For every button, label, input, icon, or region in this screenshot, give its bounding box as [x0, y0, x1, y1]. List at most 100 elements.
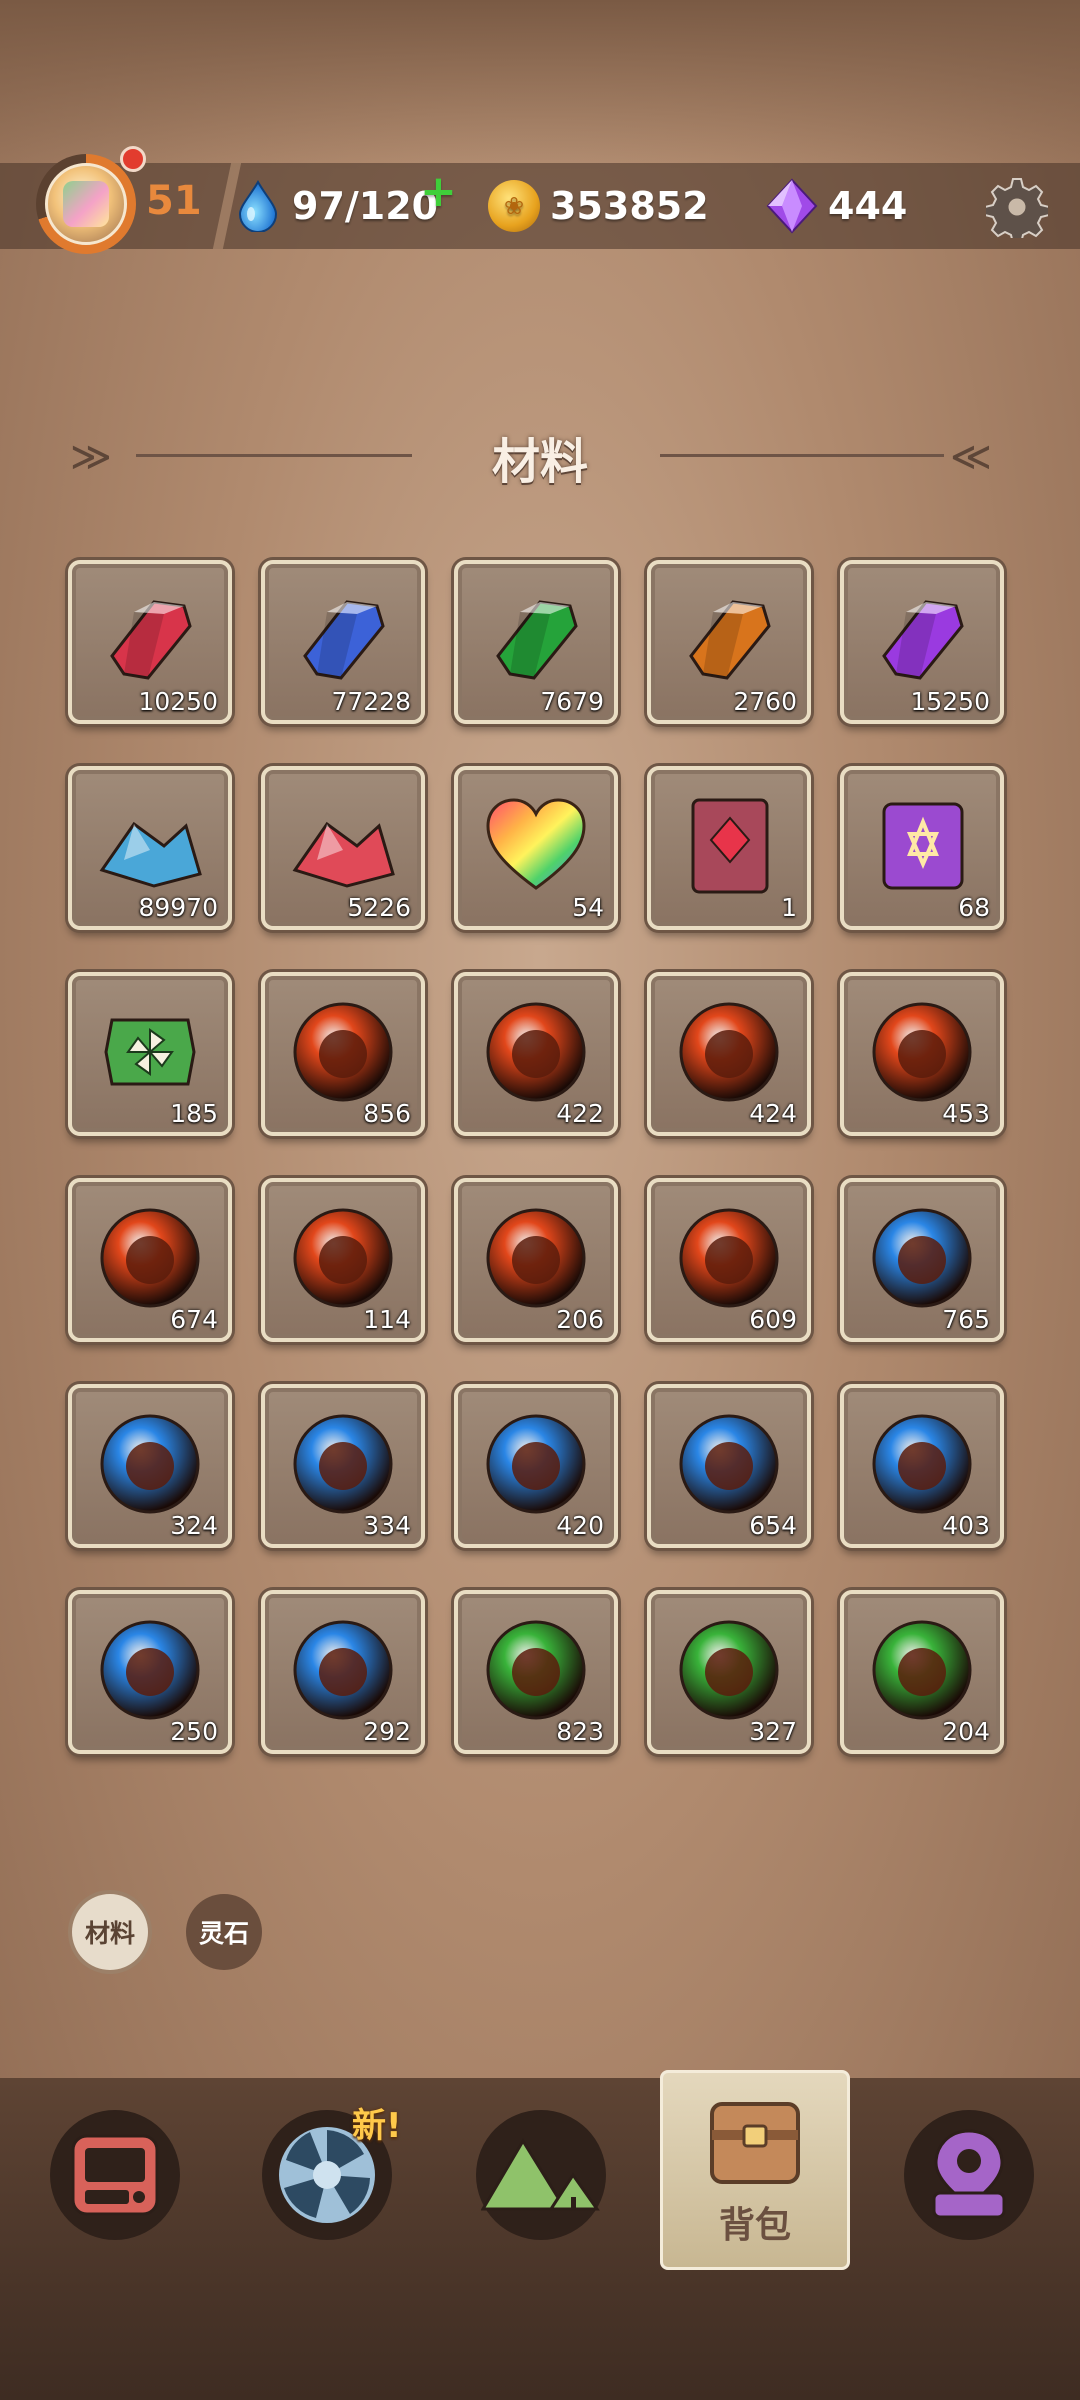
purple-star-card-icon — [882, 802, 964, 890]
right-title-rule — [660, 454, 944, 457]
item-quantity: 1 — [781, 893, 797, 922]
item-slot[interactable]: 674 — [68, 1178, 232, 1342]
item-slot[interactable]: 54 — [454, 766, 618, 930]
item-quantity: 10250 — [138, 687, 218, 716]
orange-crystal-icon — [689, 600, 771, 680]
item-slot[interactable]: 68 — [840, 766, 1004, 930]
item-grid: 10250 77228 7679 2760 15250 89970 5226 54 1 68 185… — [68, 560, 1008, 1754]
water-orb-cloud-icon — [293, 1620, 393, 1720]
item-slot[interactable]: 424 — [647, 972, 811, 1136]
fire-orb-wolf-icon — [293, 1208, 393, 1308]
item-slot[interactable]: 823 — [454, 1590, 618, 1754]
treasure-chest-icon — [710, 2102, 800, 2184]
item-quantity: 2760 — [733, 687, 797, 716]
purple-crystal-icon — [882, 600, 964, 680]
item-slot[interactable]: 2760 — [647, 560, 811, 724]
item-quantity: 654 — [749, 1511, 797, 1540]
item-slot[interactable]: 420 — [454, 1384, 618, 1548]
avatar-face-icon — [63, 181, 109, 227]
blue-crystal-icon — [303, 600, 385, 680]
item-slot[interactable]: 185 — [68, 972, 232, 1136]
wood-orb-bear-icon — [679, 1620, 779, 1720]
item-quantity: 609 — [749, 1305, 797, 1334]
item-slot[interactable]: 7679 — [454, 560, 618, 724]
wood-orb-ghost-icon — [872, 1620, 972, 1720]
item-quantity: 823 — [556, 1717, 604, 1746]
item-quantity: 54 — [572, 893, 604, 922]
item-quantity: 185 — [170, 1099, 218, 1128]
item-slot[interactable]: 89970 — [68, 766, 232, 930]
water-orb-fish-icon — [293, 1414, 393, 1514]
fire-orb-tombstone-icon — [100, 1208, 200, 1308]
item-slot[interactable]: 654 — [647, 1384, 811, 1548]
item-slot[interactable]: 1 — [647, 766, 811, 930]
item-slot[interactable]: 292 — [261, 1590, 425, 1754]
top-shade — [0, 0, 1080, 170]
item-quantity: 250 — [170, 1717, 218, 1746]
item-slot[interactable]: 856 — [261, 972, 425, 1136]
nav-map-button[interactable] — [476, 2110, 606, 2240]
fire-orb-house-icon — [486, 1002, 586, 1102]
item-quantity: 114 — [363, 1305, 411, 1334]
fire-orb-ox-icon — [679, 1208, 779, 1308]
item-quantity: 15250 — [910, 687, 990, 716]
item-slot[interactable]: 403 — [840, 1384, 1004, 1548]
item-quantity: 206 — [556, 1305, 604, 1334]
terminal-icon — [71, 2134, 159, 2216]
green-crystal-icon — [496, 600, 578, 680]
item-slot[interactable]: 324 — [68, 1384, 232, 1548]
water-orb-drop-icon — [100, 1620, 200, 1720]
settings-gear-icon[interactable] — [986, 176, 1048, 238]
item-quantity: 89970 — [138, 893, 218, 922]
wood-orb-diamond-icon — [486, 1620, 586, 1720]
red-book-icon — [691, 798, 769, 894]
add-energy-button[interactable]: + — [420, 170, 457, 214]
filter-materials-tab[interactable]: 材料 — [72, 1894, 148, 1970]
item-quantity: 77228 — [331, 687, 411, 716]
section-header: ≫ 材料 ≪ — [70, 420, 1010, 490]
red-ore-pile-icon — [292, 821, 395, 888]
item-quantity: 856 — [363, 1099, 411, 1128]
nav-shop-button[interactable] — [50, 2110, 180, 2240]
water-orb-horn-icon — [679, 1414, 779, 1514]
location-pin-icon — [932, 2129, 1006, 2219]
item-quantity: 424 — [749, 1099, 797, 1128]
item-slot[interactable]: 609 — [647, 1178, 811, 1342]
water-drop-icon — [238, 180, 278, 232]
fire-orb-bird-icon — [872, 1002, 972, 1102]
filter-spirit-stones-tab[interactable]: 灵石 — [186, 1894, 262, 1970]
gem-counter: 444 — [766, 176, 907, 236]
energy-value: 97/120 — [292, 184, 439, 228]
water-orb-goblin-icon — [872, 1208, 972, 1308]
item-slot[interactable]: 15250 — [840, 560, 1004, 724]
player-avatar[interactable] — [36, 154, 136, 254]
green-pinwheel-ticket-icon — [104, 1018, 196, 1086]
fire-orb-flame-icon — [679, 1002, 779, 1102]
item-slot[interactable]: 10250 — [68, 560, 232, 724]
water-orb-cow-icon — [486, 1414, 586, 1514]
nav-location-button[interactable] — [904, 2110, 1034, 2240]
fire-orb-beast-icon — [486, 1208, 586, 1308]
item-quantity: 674 — [170, 1305, 218, 1334]
item-slot[interactable]: 250 — [68, 1590, 232, 1754]
fire-orb-devil-icon — [293, 1002, 393, 1102]
item-slot[interactable]: 77228 — [261, 560, 425, 724]
item-quantity: 292 — [363, 1717, 411, 1746]
item-quantity: 7679 — [540, 687, 604, 716]
item-slot[interactable]: 114 — [261, 1178, 425, 1342]
purple-gem-icon — [766, 178, 818, 234]
item-quantity: 453 — [942, 1099, 990, 1128]
item-slot[interactable]: 765 — [840, 1178, 1004, 1342]
mountains-icon — [481, 2138, 600, 2211]
item-slot[interactable]: 334 — [261, 1384, 425, 1548]
item-quantity: 334 — [363, 1511, 411, 1540]
item-quantity: 204 — [942, 1717, 990, 1746]
item-slot[interactable]: 5226 — [261, 766, 425, 930]
item-slot[interactable]: 204 — [840, 1590, 1004, 1754]
item-slot[interactable]: 206 — [454, 1178, 618, 1342]
item-slot[interactable]: 453 — [840, 972, 1004, 1136]
item-slot[interactable]: 327 — [647, 1590, 811, 1754]
item-slot[interactable]: 422 — [454, 972, 618, 1136]
player-level: 51 — [146, 178, 202, 224]
new-badge: 新! — [352, 2106, 402, 2146]
